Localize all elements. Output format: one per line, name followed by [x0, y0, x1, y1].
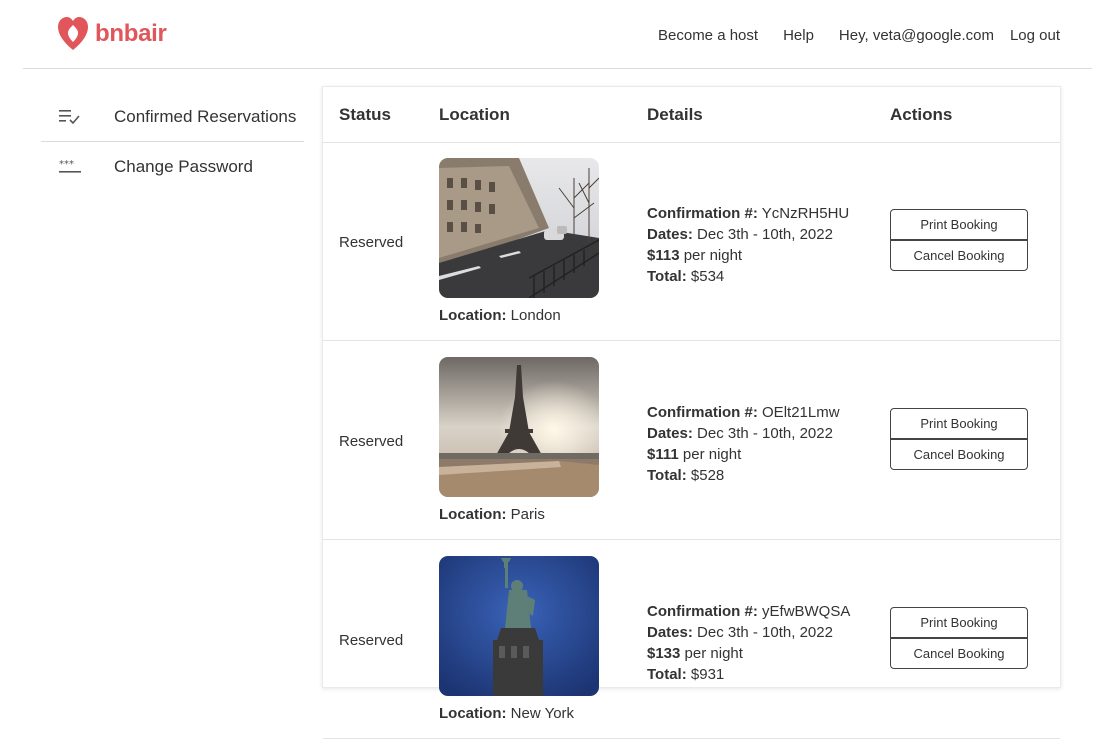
logout-link[interactable]: Log out — [1010, 27, 1060, 44]
total-value: $528 — [690, 467, 725, 484]
become-host-link[interactable]: Become a host — [658, 27, 758, 44]
top-header: bnbair Become a host Help Hey, veta@goog… — [0, 0, 1108, 68]
column-header-location: Location — [439, 105, 510, 124]
cancel-booking-button[interactable]: Cancel Booking — [890, 240, 1028, 271]
dates-line: Dates: Dec 3th - 10th, 2022 — [647, 622, 850, 643]
checklist-icon — [59, 109, 81, 130]
dates-line: Dates: Dec 3th - 10th, 2022 — [647, 423, 840, 444]
total-label: Total: — [647, 467, 687, 484]
reservation-details: Confirmation #: YcNzRH5HU Dates: Dec 3th… — [647, 203, 849, 287]
reservation-actions: Print Booking Cancel Booking — [890, 607, 1028, 669]
location-value: Paris — [510, 506, 545, 523]
confirmation-label: Confirmation #: — [647, 404, 758, 421]
reservations-table: Status Location Details Actions Reserved — [322, 86, 1061, 739]
cancel-booking-button[interactable]: Cancel Booking — [890, 439, 1028, 470]
reservation-status: Reserved — [339, 433, 404, 450]
location-label: Location: — [439, 307, 507, 324]
table-row: Reserved — [323, 341, 1060, 540]
confirmation-number: OElt21Lmw — [762, 404, 840, 421]
sidebar-item-label: Confirmed Reservations — [114, 107, 297, 126]
total-line: Total: $534 — [647, 266, 849, 287]
total-label: Total: — [647, 666, 687, 683]
confirmation-label: Confirmation #: — [647, 603, 758, 620]
location-value: New York — [510, 705, 575, 722]
per-night-label: per night — [682, 446, 742, 463]
nightly-price: $113 — [647, 247, 680, 264]
print-booking-button[interactable]: Print Booking — [890, 408, 1028, 439]
reservation-status: Reserved — [339, 632, 404, 649]
dates-value: Dec 3th - 10th, 2022 — [697, 425, 833, 442]
bnbair-logo-icon — [58, 17, 88, 50]
confirmation-label: Confirmation #: — [647, 205, 758, 222]
location-label: Location: — [439, 506, 507, 523]
confirmation-line: Confirmation #: OElt21Lmw — [647, 402, 840, 423]
sidebar-item-change-password[interactable]: *** Change Password — [41, 142, 304, 191]
price-line: $133 per night — [647, 643, 850, 664]
confirmation-line: Confirmation #: YcNzRH5HU — [647, 203, 849, 224]
reservation-location: Location: New York — [439, 705, 574, 722]
table-row: Reserved — [323, 540, 1060, 739]
dates-value: Dec 3th - 10th, 2022 — [697, 226, 833, 243]
reservation-actions: Print Booking Cancel Booking — [890, 209, 1028, 271]
dates-label: Dates: — [647, 425, 693, 442]
statue-of-liberty-photo — [439, 556, 599, 696]
total-value: $534 — [690, 268, 725, 285]
reservation-details: Confirmation #: yEfwBWQSA Dates: Dec 3th… — [647, 601, 850, 685]
dates-label: Dates: — [647, 624, 693, 641]
location-label: Location: — [439, 705, 507, 722]
reservation-actions: Print Booking Cancel Booking — [890, 408, 1028, 470]
total-line: Total: $931 — [647, 664, 850, 685]
price-line: $113 per night — [647, 245, 849, 266]
nightly-price: $133 — [647, 645, 681, 662]
column-header-actions: Actions — [890, 105, 953, 124]
per-night-label: per night — [683, 247, 743, 264]
reservation-location: Location: Paris — [439, 506, 545, 523]
header-divider — [23, 68, 1092, 69]
column-header-details: Details — [647, 105, 703, 124]
reservation-location: Location: London — [439, 307, 561, 324]
london-street-photo — [439, 158, 599, 298]
confirmation-number: YcNzRH5HU — [761, 205, 850, 222]
table-row: Reserved — [323, 142, 1060, 341]
nightly-price: $111 — [647, 446, 679, 463]
brand-logo[interactable]: bnbair — [57, 16, 167, 52]
table-header: Status Location Details Actions — [323, 87, 1060, 143]
cancel-booking-button[interactable]: Cancel Booking — [890, 638, 1028, 669]
dates-line: Dates: Dec 3th - 10th, 2022 — [647, 224, 849, 245]
svg-text:***: *** — [59, 159, 74, 170]
per-night-label: per night — [684, 645, 743, 662]
account-sidebar: Confirmed Reservations *** Change Passwo… — [41, 92, 304, 191]
confirmation-number: yEfwBWQSA — [762, 603, 851, 620]
reservation-status: Reserved — [339, 234, 404, 251]
sidebar-item-confirmed-reservations[interactable]: Confirmed Reservations — [41, 92, 304, 142]
password-icon: *** — [59, 159, 81, 180]
print-booking-button[interactable]: Print Booking — [890, 209, 1028, 240]
confirmation-line: Confirmation #: yEfwBWQSA — [647, 601, 850, 622]
paris-eiffel-tower-photo — [439, 357, 599, 497]
help-link[interactable]: Help — [783, 27, 814, 44]
column-header-status: Status — [339, 105, 391, 124]
price-line: $111 per night — [647, 444, 840, 465]
total-line: Total: $528 — [647, 465, 840, 486]
print-booking-button[interactable]: Print Booking — [890, 607, 1028, 638]
dates-value: Dec 3th - 10th, 2022 — [697, 624, 833, 641]
total-value: $931 — [690, 666, 725, 683]
sidebar-item-label: Change Password — [114, 157, 253, 176]
total-label: Total: — [647, 268, 687, 285]
dates-label: Dates: — [647, 226, 693, 243]
brand-name: bnbair — [95, 20, 167, 47]
top-nav: Become a host Help Hey, veta@google.com … — [633, 27, 1060, 44]
reservation-details: Confirmation #: OElt21Lmw Dates: Dec 3th… — [647, 402, 840, 486]
location-value: London — [510, 307, 561, 324]
user-greeting[interactable]: Hey, veta@google.com — [839, 27, 994, 44]
